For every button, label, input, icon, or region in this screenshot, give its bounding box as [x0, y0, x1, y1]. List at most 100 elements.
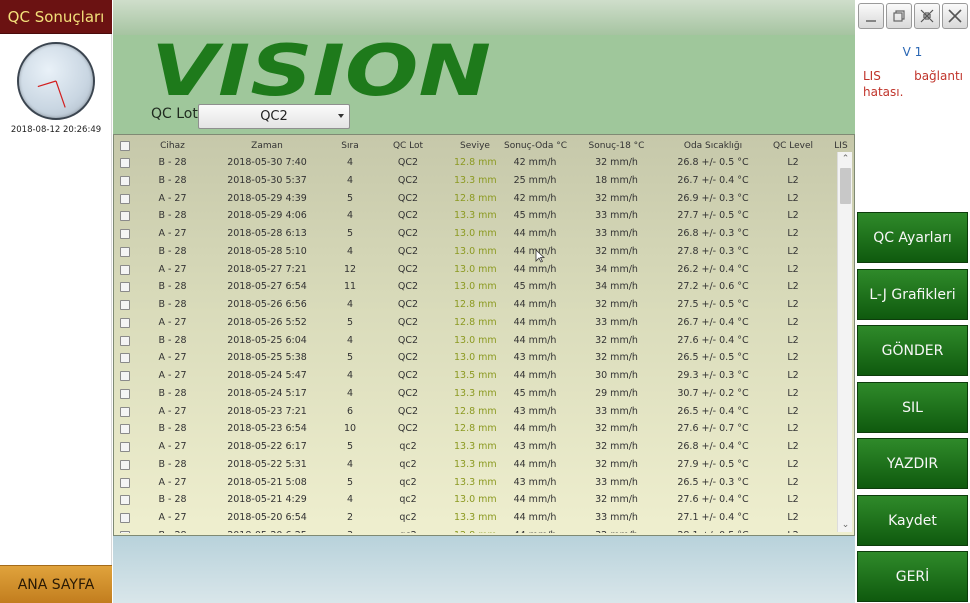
table-cell: A - 27	[158, 476, 187, 488]
table-cell: QC2	[397, 157, 419, 168]
table-row[interactable]: B - 28 2018-05-23 6:54 10 QC2 12.8 mm 44 mm/h…	[114, 421, 836, 439]
table-row[interactable]: B - 28 2018-05-25 6:04 4 QC2 13.0 mm 44 mm/h 3…	[114, 333, 836, 351]
scroll-down-icon[interactable]: ⌄	[838, 518, 853, 532]
column-header[interactable]: Oda Sıcaklığı	[674, 141, 752, 151]
table-row[interactable]: B - 28 2018-05-21 4:29 4 qc2 13.0 mm 44 mm/h 3…	[114, 492, 836, 510]
qc-settings-button[interactable]: QC Ayarları	[857, 212, 968, 263]
delete-button[interactable]: SIL	[857, 382, 968, 433]
table-cell: 42 mm/h	[513, 157, 557, 168]
column-header[interactable]: Sıra	[339, 141, 361, 151]
row-checkbox[interactable]	[120, 406, 130, 417]
column-header[interactable]: QC Level	[764, 141, 822, 151]
column-header[interactable]: Sonuç-Oda °C	[504, 141, 567, 151]
version-label: V 1	[902, 45, 923, 59]
table-row[interactable]: A - 27 2018-05-23 7:21 6 QC2 12.8 mm 43 mm/h 3…	[114, 404, 836, 422]
table-row[interactable]: A - 27 2018-05-28 6:13 5 QC2 13.0 mm 44 mm/h 3…	[114, 226, 836, 244]
table-cell: QC2	[397, 352, 419, 364]
mouse-cursor-icon	[535, 249, 545, 263]
row-checkbox[interactable]	[120, 388, 130, 399]
table-cell: 28.1 +/- 0.5 °C	[674, 530, 752, 533]
row-checkbox[interactable]	[120, 371, 130, 381]
back-button[interactable]: GERİ	[857, 551, 968, 602]
table-row[interactable]: B - 28 2018-05-28 5:10 4 QC2 13.0 mm 44 mm/h 3…	[114, 244, 836, 262]
table-cell: 12.8 mm	[454, 157, 497, 168]
table-cell: 32 mm/h	[584, 530, 649, 533]
column-header[interactable]: LIS	[830, 141, 852, 151]
table-row[interactable]: B - 28 2018-05-30 7:40 4 QC2 12.8 mm 42 mm/h 3…	[114, 155, 836, 173]
row-checkbox[interactable]	[120, 229, 130, 239]
table-row[interactable]: B - 28 2018-05-22 5:31 4 qc2 13.3 mm 44 mm/h 3…	[114, 457, 836, 475]
table-row[interactable]: B - 28 2018-05-27 6:54 11 QC2 13.0 mm 45 mm/h…	[114, 279, 836, 297]
table-row[interactable]: B - 28 2018-05-24 5:17 4 QC2 13.3 mm 45 mm/h 2…	[114, 386, 836, 404]
row-checkbox[interactable]	[120, 282, 130, 293]
table-row[interactable]: B - 28 2018-05-30 5:37 4 QC2 13.3 mm 25 mm/h 1…	[114, 173, 836, 191]
row-checkbox[interactable]	[120, 424, 130, 435]
row-checkbox[interactable]	[120, 335, 130, 346]
row-checkbox[interactable]	[120, 158, 130, 168]
scroll-thumb[interactable]	[840, 168, 851, 204]
lj-charts-button[interactable]: L-J Grafikleri	[857, 269, 968, 320]
table-row[interactable]: A - 27 2018-05-29 4:39 5 QC2 12.8 mm 42 mm/h 3…	[114, 191, 836, 209]
column-header[interactable]: Seviye	[454, 141, 496, 151]
table-row[interactable]: A - 27 2018-05-24 5:47 4 QC2 13.5 mm 44 mm/h 3…	[114, 368, 836, 386]
table-row[interactable]: B - 28 2018-05-26 6:56 4 QC2 12.8 mm 44 mm/h 3…	[114, 297, 836, 315]
row-checkbox[interactable]	[120, 495, 130, 506]
column-header[interactable]: Zaman	[226, 141, 308, 151]
qc-lot-select[interactable]: QC2	[198, 104, 350, 129]
table-cell: B - 28	[158, 281, 187, 293]
print-button[interactable]: YAZDIR	[857, 438, 968, 489]
row-checkbox[interactable]	[120, 530, 130, 533]
row-checkbox[interactable]	[120, 442, 130, 452]
table-cell: QC2	[397, 387, 419, 399]
row-checkbox[interactable]	[120, 193, 130, 204]
table-row[interactable]: A - 27 2018-05-22 6:17 5 qc2 13.3 mm 43 mm/h 3…	[114, 439, 836, 457]
save-button[interactable]: Kaydet	[857, 495, 968, 546]
row-checkbox[interactable]	[120, 264, 130, 275]
vertical-scrollbar[interactable]: ⌃ ⌄	[837, 152, 852, 532]
table-cell: A - 27	[158, 352, 187, 364]
row-checkbox[interactable]	[120, 246, 130, 257]
row-checkbox[interactable]	[120, 459, 130, 470]
table-cell: 44 mm/h	[513, 494, 557, 506]
minimize-button[interactable]	[858, 3, 884, 29]
row-checkbox[interactable]	[120, 513, 130, 523]
column-header[interactable]: Cihaz	[150, 141, 195, 151]
row-checkbox[interactable]	[120, 300, 130, 310]
column-header[interactable]: Sonuç-18 °C	[584, 141, 649, 151]
chevron-down-icon	[338, 114, 344, 118]
table-row[interactable]: B - 28 2018-05-20 6:25 3 qc2 12.8 mm 44 mm/h 3…	[114, 528, 836, 533]
column-header[interactable]: QC Lot	[391, 141, 425, 151]
table-cell: qc2	[399, 441, 417, 452]
row-checkbox[interactable]	[120, 317, 130, 328]
table-cell: 10	[343, 423, 357, 435]
table-row[interactable]: A - 27 2018-05-25 5:38 5 QC2 13.0 mm 43 mm/h 3…	[114, 350, 836, 368]
row-checkbox[interactable]	[120, 175, 130, 186]
table-cell: 13.0 mm	[454, 494, 497, 506]
table-row[interactable]: A - 27 2018-05-20 6:54 2 qc2 13.3 mm 44 mm/h 3…	[114, 510, 836, 528]
row-checkbox[interactable]	[120, 477, 130, 488]
home-button[interactable]: ANA SAYFA	[0, 565, 112, 603]
shrink-button[interactable]	[914, 3, 940, 29]
table-cell: 26.7 +/- 0.4 °C	[677, 316, 749, 328]
table-cell: 5	[346, 476, 354, 488]
table-cell: 13.3 mm	[454, 512, 497, 523]
scroll-up-icon[interactable]: ⌃	[838, 152, 853, 166]
table-cell: 4	[346, 370, 354, 381]
row-checkbox[interactable]	[120, 211, 130, 222]
table-cell: 4	[346, 245, 354, 257]
table-row[interactable]: B - 28 2018-05-29 4:06 4 QC2 13.3 mm 45 mm/h 3…	[114, 208, 836, 226]
select-all-checkbox[interactable]	[120, 141, 130, 151]
table-cell: A - 27	[158, 192, 187, 204]
table-cell: 44 mm/h	[513, 316, 557, 328]
table-cell: 29 mm/h	[595, 387, 638, 399]
row-checkbox[interactable]	[120, 353, 130, 364]
table-cell: 44 mm/h	[513, 370, 557, 381]
send-button[interactable]: GÖNDER	[857, 325, 968, 376]
table-row[interactable]: A - 27 2018-05-27 7:21 12 QC2 13.0 mm 44 mm/h…	[114, 262, 836, 280]
table-cell: 33 mm/h	[595, 210, 638, 222]
table-row[interactable]: A - 27 2018-05-21 5:08 5 qc2 13.3 mm 43 mm/h 3…	[114, 475, 836, 493]
table-row[interactable]: A - 27 2018-05-26 5:52 5 QC2 12.8 mm 44 mm/h 3…	[114, 315, 836, 333]
table-cell: 2	[346, 512, 354, 523]
restore-button[interactable]	[886, 3, 912, 29]
close-button[interactable]	[942, 3, 968, 29]
